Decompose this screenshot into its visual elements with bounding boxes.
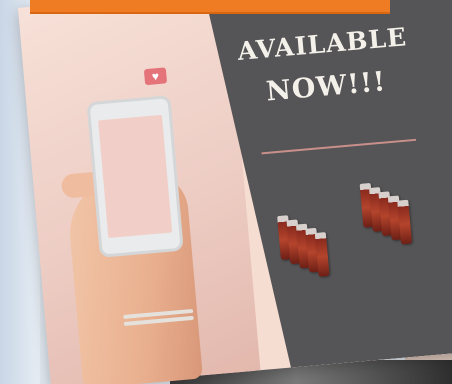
flyer-card: AVAILABLE NOW!!! ♥ (18, 0, 452, 384)
phone-screen-text (106, 133, 160, 138)
orange-banner (30, 0, 390, 14)
phone-screen (98, 114, 173, 238)
heart-icon: ♥ (151, 68, 160, 84)
notification-badge: ♥ (143, 67, 168, 86)
photo-scene: AVAILABLE NOW!!! ♥ (0, 0, 452, 384)
phone (86, 95, 184, 258)
